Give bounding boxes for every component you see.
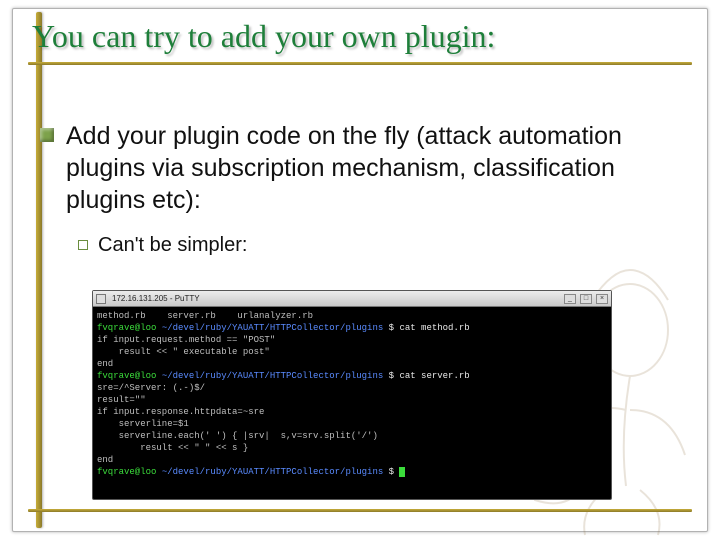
term-line: result << " " << s } — [97, 443, 248, 453]
terminal-content: method.rb server.rb urlanalyzer.rb fvqra… — [93, 307, 611, 481]
bullet-level2: Can't be simpler: — [78, 234, 692, 257]
minimize-button[interactable]: _ — [564, 294, 576, 304]
prompt-tail: $ — [383, 467, 399, 477]
prompt-path: ~/devel/ruby/YAUATT/HTTPCollector/plugin… — [162, 371, 383, 381]
prompt-path: ~/devel/ruby/YAUATT/HTTPCollector/plugin… — [162, 467, 383, 477]
bullet-level1-text: Add your plugin code on the fly (attack … — [66, 120, 692, 216]
term-line: if input.response.httpdata=~sre — [97, 407, 264, 417]
bullet-level1: Add your plugin code on the fly (attack … — [40, 120, 692, 216]
binder-spine — [36, 12, 42, 528]
terminal-window: 172.16.131.205 - PuTTY _ □ × method.rb s… — [92, 290, 612, 500]
divider-bottom — [28, 509, 692, 512]
term-line: result << " executable post" — [97, 347, 270, 357]
prompt-cmd: $ cat server.rb — [383, 371, 469, 381]
hollow-square-bullet-icon — [78, 240, 88, 250]
term-line: serverline.each(' ') { |srv| s,v=srv.spl… — [97, 431, 378, 441]
slide-title: You can try to add your own plugin: — [32, 18, 692, 55]
putty-icon — [96, 294, 106, 304]
prompt-cmd: $ cat method.rb — [383, 323, 469, 333]
close-button[interactable]: × — [596, 294, 608, 304]
term-line: end — [97, 455, 113, 465]
divider-top — [28, 62, 692, 65]
term-line: sre=/^Server: (.-)$/ — [97, 383, 205, 393]
prompt-user: fvqrave@loo — [97, 371, 162, 381]
term-line: serverline=$1 — [97, 419, 189, 429]
term-line: if input.request.method == "POST" — [97, 335, 275, 345]
maximize-button[interactable]: □ — [580, 294, 592, 304]
prompt-user: fvqrave@loo — [97, 323, 162, 333]
term-line: end — [97, 359, 113, 369]
term-line: method.rb server.rb urlanalyzer.rb — [97, 311, 313, 321]
terminal-window-title: 172.16.131.205 - PuTTY — [110, 294, 560, 303]
cursor-icon — [399, 467, 405, 477]
term-line: result="" — [97, 395, 146, 405]
square-bullet-icon — [40, 128, 54, 142]
bullet-level2-text: Can't be simpler: — [98, 234, 247, 257]
prompt-user: fvqrave@loo — [97, 467, 162, 477]
prompt-path: ~/devel/ruby/YAUATT/HTTPCollector/plugin… — [162, 323, 383, 333]
terminal-titlebar: 172.16.131.205 - PuTTY _ □ × — [93, 291, 611, 307]
slide-body: Add your plugin code on the fly (attack … — [40, 120, 692, 263]
